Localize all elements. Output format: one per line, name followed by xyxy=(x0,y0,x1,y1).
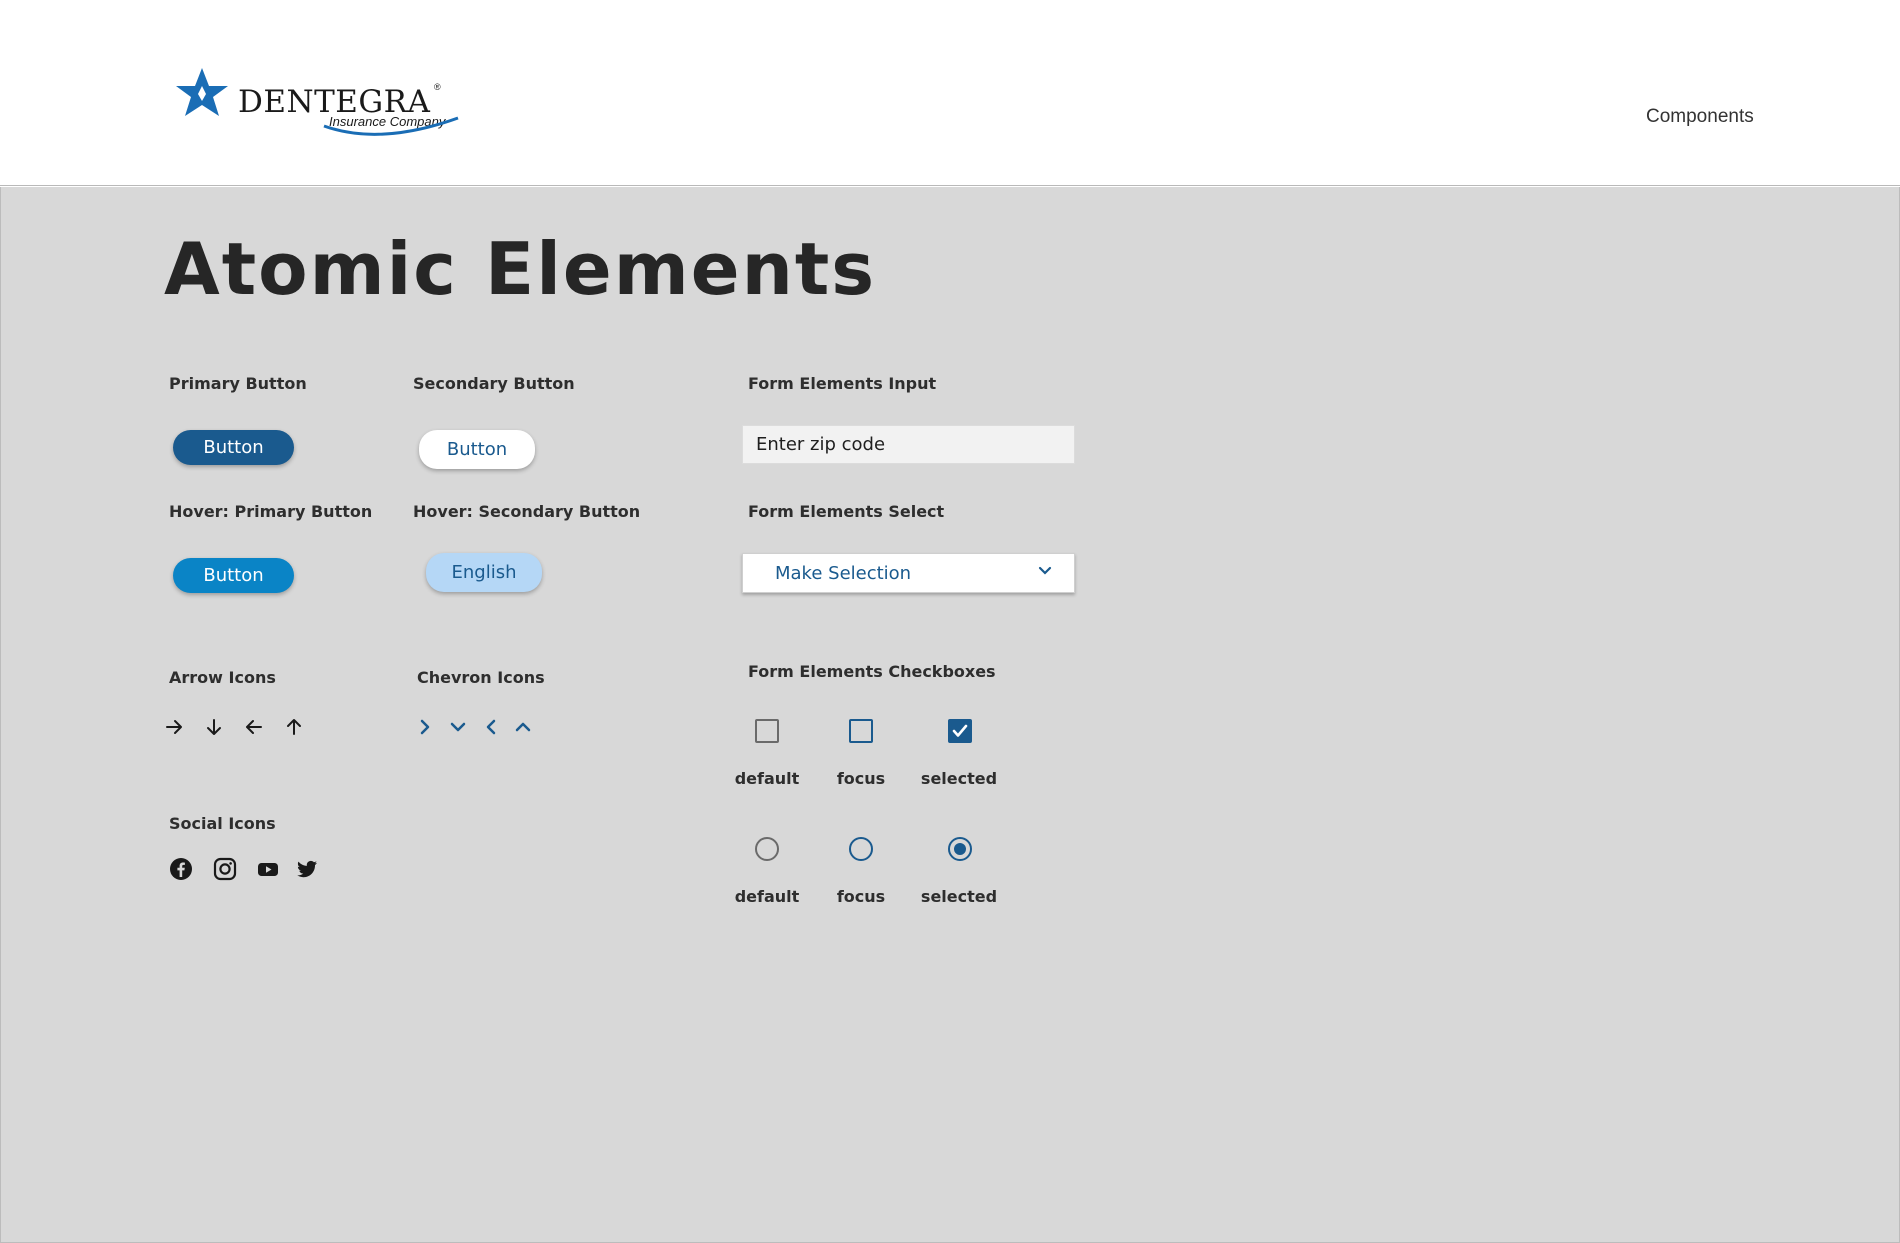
site-header: DENTEGRA ® Insurance Company Components xyxy=(0,0,1900,186)
hover-secondary-button[interactable]: English xyxy=(426,553,542,592)
hover-primary-button[interactable]: Button xyxy=(173,558,294,593)
form-select-label: Form Elements Select xyxy=(748,502,945,521)
arrow-right-icon xyxy=(166,720,182,734)
checkbox-focus[interactable] xyxy=(849,719,873,743)
logo-swoosh xyxy=(323,116,459,136)
radio-selected-label: selected xyxy=(920,887,998,906)
selection-dropdown[interactable]: Make Selection xyxy=(742,553,1075,593)
star-logo-icon xyxy=(176,68,228,116)
chevron-left-icon xyxy=(486,719,496,735)
radio-focus[interactable] xyxy=(849,837,873,861)
logo-registered-mark: ® xyxy=(434,82,441,92)
select-value: Make Selection xyxy=(775,562,912,584)
checkbox-selected-label: selected xyxy=(920,769,998,788)
zip-code-input[interactable]: Enter zip code xyxy=(742,425,1075,464)
arrow-up-icon xyxy=(287,719,301,735)
chevron-down-icon xyxy=(450,722,466,732)
chevron-icons-label: Chevron Icons xyxy=(417,668,545,687)
checkbox-selected[interactable] xyxy=(948,719,972,743)
radio-focus-label: focus xyxy=(836,887,886,906)
hover-secondary-button-label: Hover: Secondary Button xyxy=(413,502,641,521)
radio-selected-dot xyxy=(954,843,966,855)
instagram-icon[interactable] xyxy=(213,857,237,881)
primary-button[interactable]: Button xyxy=(173,430,294,465)
chevron-down-icon xyxy=(1038,566,1052,575)
checkbox-focus-label: focus xyxy=(836,769,886,788)
dentegra-logo[interactable]: DENTEGRA ® Insurance Company xyxy=(172,64,472,146)
social-icons-label: Social Icons xyxy=(169,814,276,833)
chevron-right-icon xyxy=(420,719,430,735)
radio-selected[interactable] xyxy=(948,837,972,861)
primary-button-label: Primary Button xyxy=(169,374,307,393)
hover-primary-button-label: Hover: Primary Button xyxy=(169,502,373,521)
arrow-down-icon xyxy=(207,719,221,735)
page-title: Atomic Elements xyxy=(164,227,877,311)
youtube-icon[interactable] xyxy=(256,857,280,881)
secondary-button[interactable]: Button xyxy=(419,430,535,469)
main-content: Atomic Elements Primary Button Button Se… xyxy=(0,187,1900,1243)
secondary-button-label: Secondary Button xyxy=(413,374,575,393)
twitter-icon[interactable] xyxy=(295,857,319,881)
nav-link-components[interactable]: Components xyxy=(1646,106,1754,128)
arrow-left-icon xyxy=(246,720,262,734)
radio-default[interactable] xyxy=(755,837,779,861)
checkbox-default[interactable] xyxy=(755,719,779,743)
form-checkboxes-label: Form Elements Checkboxes xyxy=(748,662,996,681)
checkmark-icon xyxy=(952,724,968,737)
form-input-label: Form Elements Input xyxy=(748,374,937,393)
chevron-up-icon xyxy=(515,722,531,732)
arrow-icons-label: Arrow Icons xyxy=(169,668,276,687)
facebook-icon[interactable] xyxy=(169,857,193,881)
